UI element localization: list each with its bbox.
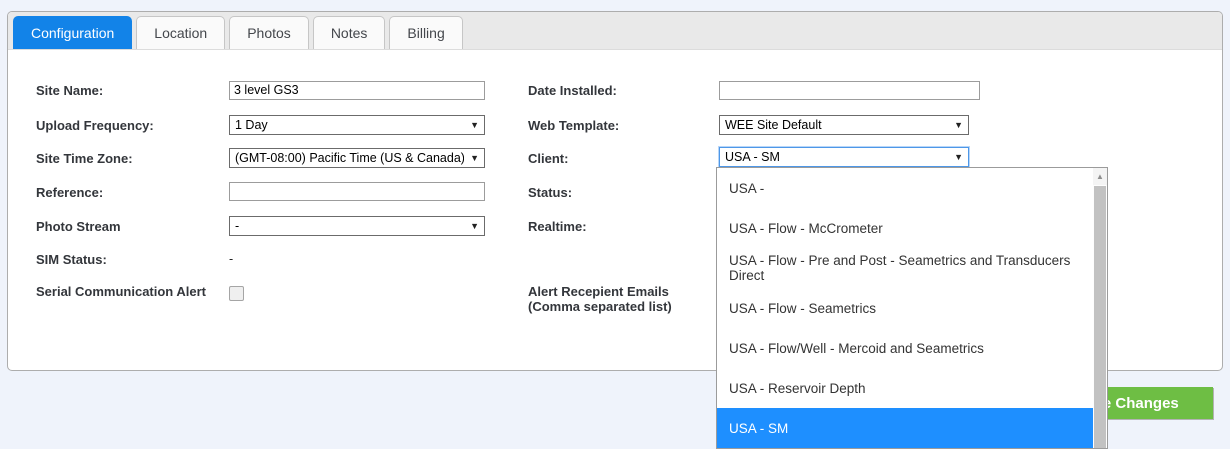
- chevron-down-icon: ▼: [470, 149, 479, 167]
- photo-stream-label: Photo Stream: [36, 219, 222, 234]
- tab-photos[interactable]: Photos: [229, 16, 309, 49]
- tab-strip: Configuration Location Photos Notes Bill…: [8, 12, 1222, 50]
- serial-communication-alert-label: Serial Communication Alert: [36, 284, 222, 299]
- date-installed-input[interactable]: [719, 81, 980, 100]
- web-template-select[interactable]: WEE Site Default ▼: [719, 115, 969, 135]
- site-time-zone-select[interactable]: (GMT-08:00) Pacific Time (US & Canada) ▼: [229, 148, 485, 168]
- chevron-down-icon: ▼: [954, 148, 963, 166]
- dropdown-scrollbar[interactable]: ▲: [1093, 168, 1107, 448]
- sim-status-value: -: [229, 252, 233, 266]
- chevron-down-icon: ▼: [470, 116, 479, 134]
- upload-frequency-label: Upload Frequency:: [36, 118, 222, 133]
- client-label: Client:: [528, 151, 714, 166]
- site-name-input[interactable]: 3 level GS3: [229, 81, 485, 100]
- photo-stream-select[interactable]: - ▼: [229, 216, 485, 236]
- upload-frequency-value: 1 Day: [235, 116, 464, 134]
- sim-status-label: SIM Status:: [36, 252, 222, 267]
- client-value: USA - SM: [725, 148, 948, 166]
- client-option[interactable]: USA -: [717, 168, 1093, 208]
- reference-label: Reference:: [36, 185, 222, 200]
- upload-frequency-select[interactable]: 1 Day ▼: [229, 115, 485, 135]
- serial-communication-alert-checkbox[interactable]: [229, 286, 244, 301]
- client-option[interactable]: USA - Reservoir Depth: [717, 368, 1093, 408]
- photo-stream-value: -: [235, 217, 464, 235]
- reference-input[interactable]: [229, 182, 485, 201]
- web-template-label: Web Template:: [528, 118, 714, 133]
- site-time-zone-label: Site Time Zone:: [36, 151, 222, 166]
- alert-recepient-emails-label: Alert Recepient Emails (Comma separated …: [528, 284, 718, 314]
- client-option[interactable]: USA - Flow/Well - Mercoid and Seametrics: [717, 328, 1093, 368]
- date-installed-label: Date Installed:: [528, 83, 714, 98]
- client-select[interactable]: USA - SM ▼: [719, 147, 969, 167]
- scroll-up-icon[interactable]: ▲: [1093, 168, 1107, 185]
- tab-configuration[interactable]: Configuration: [13, 16, 132, 49]
- tab-location[interactable]: Location: [136, 16, 225, 49]
- scrollbar-thumb[interactable]: [1094, 186, 1106, 448]
- chevron-down-icon: ▼: [954, 116, 963, 134]
- client-dropdown-list: USA - USA - Flow - McCrometer USA - Flow…: [716, 167, 1108, 449]
- tab-notes[interactable]: Notes: [313, 16, 386, 49]
- client-option[interactable]: USA - Flow - Seametrics: [717, 288, 1093, 328]
- status-label: Status:: [528, 185, 714, 200]
- web-template-value: WEE Site Default: [725, 116, 948, 134]
- site-time-zone-value: (GMT-08:00) Pacific Time (US & Canada): [235, 149, 464, 167]
- client-option[interactable]: USA - Flow - McCrometer: [717, 208, 1093, 248]
- client-option[interactable]: USA - Flow - Pre and Post - Seametrics a…: [717, 248, 1093, 288]
- realtime-label: Realtime:: [528, 219, 714, 234]
- chevron-down-icon: ▼: [470, 217, 479, 235]
- site-name-label: Site Name:: [36, 83, 222, 98]
- tab-billing[interactable]: Billing: [389, 16, 462, 49]
- client-option-selected[interactable]: USA - SM: [717, 408, 1093, 448]
